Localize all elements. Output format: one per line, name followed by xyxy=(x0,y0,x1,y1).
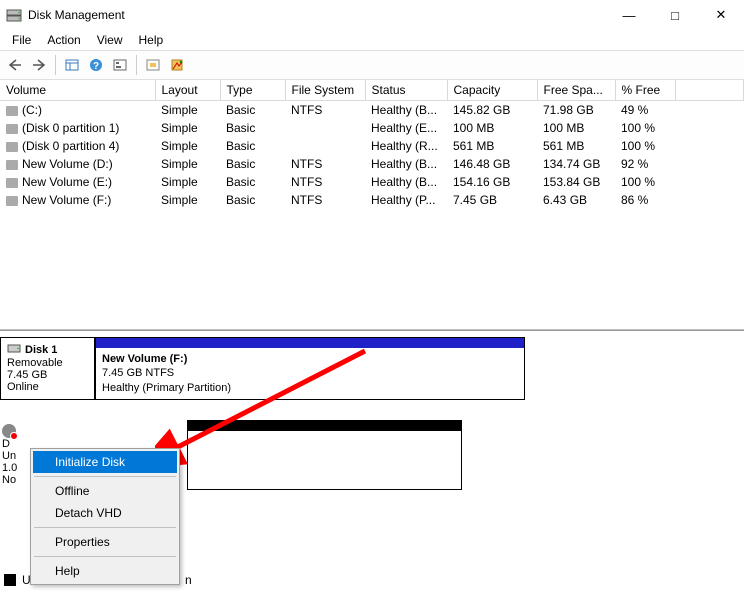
table-row[interactable]: (Disk 0 partition 1)SimpleBasicHealthy (… xyxy=(0,119,744,137)
col-layout[interactable]: Layout xyxy=(155,80,220,101)
context-menu: Initialize Disk Offline Detach VHD Prope… xyxy=(30,448,180,585)
col-volume[interactable]: Volume xyxy=(0,80,155,101)
table-row[interactable]: New Volume (D:)SimpleBasicNTFSHealthy (B… xyxy=(0,155,744,173)
col-capacity[interactable]: Capacity xyxy=(447,80,537,101)
col-extra[interactable] xyxy=(675,80,744,101)
disk-2-un: Un xyxy=(2,450,23,462)
properties-button[interactable] xyxy=(166,54,188,76)
menu-file[interactable]: File xyxy=(4,31,39,49)
table-row[interactable]: (C:)SimpleBasicNTFSHealthy (B...145.82 G… xyxy=(0,101,744,120)
col-type[interactable]: Type xyxy=(220,80,285,101)
ctx-initialize-disk[interactable]: Initialize Disk xyxy=(33,451,177,473)
disk-1-row[interactable]: Disk 1 Removable 7.45 GB Online New Volu… xyxy=(0,337,744,400)
menu-action[interactable]: Action xyxy=(39,31,88,49)
maximize-button[interactable]: □ xyxy=(652,0,698,30)
refresh-button[interactable] xyxy=(142,54,164,76)
disk-1-type: Removable xyxy=(7,357,88,369)
toolbar: ? xyxy=(0,50,744,80)
table-row[interactable]: (Disk 0 partition 4)SimpleBasicHealthy (… xyxy=(0,137,744,155)
disk-2-titleinit: D xyxy=(2,438,10,450)
table-row[interactable]: New Volume (F:)SimpleBasicNTFSHealthy (P… xyxy=(0,191,744,209)
disk-1-size: 7.45 GB xyxy=(7,369,88,381)
volume-icon xyxy=(6,142,18,152)
forward-button[interactable] xyxy=(28,54,50,76)
ctx-detach-vhd[interactable]: Detach VHD xyxy=(33,502,177,524)
volume-icon xyxy=(6,106,18,116)
disk-1-label: Disk 1 Removable 7.45 GB Online xyxy=(0,337,95,400)
disk-2-label-partial: D Un 1.0 No xyxy=(0,420,25,490)
legend-swatch xyxy=(4,574,16,586)
app-icon xyxy=(6,7,22,23)
disk-2-size: 1.0 xyxy=(2,462,23,474)
disk-2-partition[interactable] xyxy=(187,420,462,490)
legend-suffix-text: n xyxy=(185,573,192,587)
table-row[interactable]: New Volume (E:)SimpleBasicNTFSHealthy (B… xyxy=(0,173,744,191)
minimize-button[interactable]: — xyxy=(606,0,652,30)
disk-1-vol-status: Healthy (Primary Partition) xyxy=(102,381,518,395)
volume-icon xyxy=(6,124,18,134)
menu-view[interactable]: View xyxy=(89,31,131,49)
help-button[interactable]: ? xyxy=(85,54,107,76)
ctx-properties[interactable]: Properties xyxy=(33,531,177,553)
close-button[interactable]: ✕ xyxy=(698,0,744,30)
col-pctfree[interactable]: % Free xyxy=(615,80,675,101)
disk-1-status: Online xyxy=(7,381,88,393)
ctx-help[interactable]: Help xyxy=(33,560,177,582)
window-title: Disk Management xyxy=(28,8,606,22)
legend: U xyxy=(4,573,31,587)
volume-icon xyxy=(6,196,18,206)
col-status[interactable]: Status xyxy=(365,80,447,101)
legend-suffix: n xyxy=(185,573,192,587)
settings-button[interactable] xyxy=(109,54,131,76)
volume-icon xyxy=(6,160,18,170)
window-controls: — □ ✕ xyxy=(606,0,744,30)
disk-1-title: Disk 1 xyxy=(25,344,57,356)
menu-bar: File Action View Help xyxy=(0,30,744,50)
back-button[interactable] xyxy=(4,54,26,76)
volume-icon xyxy=(6,178,18,188)
disk-1-partition[interactable]: New Volume (F:) 7.45 GB NTFS Healthy (Pr… xyxy=(95,337,525,400)
title-bar: Disk Management — □ ✕ xyxy=(0,0,744,30)
disk-icon xyxy=(7,342,21,357)
disk-1-vol-size: 7.45 GB NTFS xyxy=(102,366,518,380)
col-filesystem[interactable]: File System xyxy=(285,80,365,101)
volume-list-panel: Volume Layout Type File System Status Ca… xyxy=(0,80,744,330)
menu-help[interactable]: Help xyxy=(131,31,172,49)
col-freespace[interactable]: Free Spa... xyxy=(537,80,615,101)
disk-error-icon xyxy=(2,424,16,438)
svg-text:?: ? xyxy=(93,61,99,72)
volume-table: Volume Layout Type File System Status Ca… xyxy=(0,80,744,209)
view-button[interactable] xyxy=(61,54,83,76)
disk-1-vol-name: New Volume (F:) xyxy=(102,352,518,366)
disk-2-init: No xyxy=(2,474,23,486)
ctx-offline[interactable]: Offline xyxy=(33,480,177,502)
